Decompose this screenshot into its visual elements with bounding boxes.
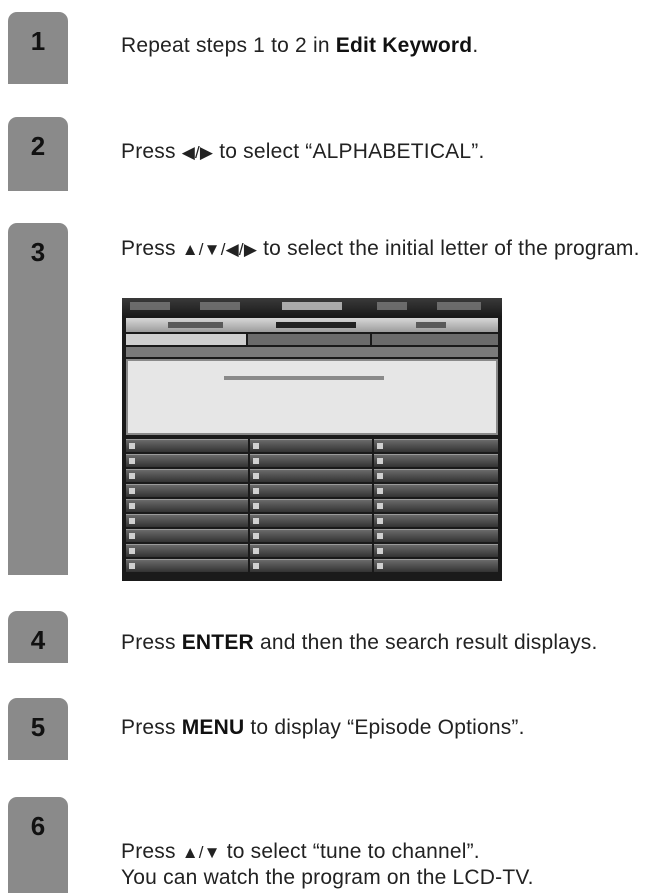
input-row bbox=[126, 334, 246, 345]
letter-key bbox=[250, 529, 372, 542]
message-panel bbox=[126, 359, 498, 435]
step-text: Press bbox=[121, 631, 182, 654]
step-2-text: Press ◀/▶ to select “ALPHABETICAL”. bbox=[121, 139, 651, 165]
letter-key bbox=[374, 514, 498, 527]
step-number: 1 bbox=[30, 26, 46, 56]
step-text: to select “tune to channel”. bbox=[220, 840, 480, 863]
step-text: to select “ALPHABETICAL”. bbox=[213, 140, 485, 163]
step-number: 5 bbox=[30, 712, 46, 742]
letter-key bbox=[374, 529, 498, 542]
step-6-tab: 6 bbox=[8, 797, 68, 893]
letter-key bbox=[374, 439, 498, 452]
arrow-icons: ▲/▼/◀/▶ bbox=[181, 240, 258, 259]
letter-key bbox=[126, 499, 248, 512]
letter-key bbox=[374, 469, 498, 482]
step-text: and then the search result displays. bbox=[253, 631, 598, 654]
letter-key bbox=[126, 529, 248, 542]
letter-key bbox=[126, 514, 248, 527]
letter-key bbox=[126, 484, 248, 497]
input-row bbox=[248, 334, 370, 345]
letter-key bbox=[250, 469, 372, 482]
letter-key bbox=[374, 499, 498, 512]
step-text: Repeat steps 1 to 2 in bbox=[121, 34, 336, 57]
step-emphasis: MENU bbox=[181, 716, 245, 739]
step-4-tab: 4 bbox=[8, 611, 68, 663]
letter-key bbox=[250, 514, 372, 527]
step-text: to display “Episode Options”. bbox=[244, 716, 525, 739]
step-text: Press bbox=[121, 840, 182, 863]
message-text bbox=[224, 376, 384, 380]
step-4-text: Press ENTER and then the search result d… bbox=[121, 630, 641, 655]
letter-key bbox=[126, 469, 248, 482]
step-6-text: Press ▲/▼ to select “tune to channel”. Y… bbox=[121, 839, 651, 890]
step-number: 6 bbox=[30, 811, 46, 841]
letter-key bbox=[374, 454, 498, 467]
step-5-tab: 5 bbox=[8, 698, 68, 760]
menu-bar bbox=[122, 298, 502, 316]
input-row bbox=[372, 334, 498, 345]
step-emphasis: Edit Keyword bbox=[335, 34, 473, 57]
letter-key bbox=[250, 439, 372, 452]
step-text: . bbox=[472, 34, 479, 57]
step-text: Press bbox=[121, 716, 182, 739]
letter-key bbox=[126, 544, 248, 557]
step-3-text: Press ▲/▼/◀/▶ to select the initial lett… bbox=[121, 236, 651, 262]
step-number: 4 bbox=[30, 625, 46, 655]
step-1-tab: 1 bbox=[8, 12, 68, 84]
letter-key bbox=[250, 544, 372, 557]
step-number: 3 bbox=[30, 237, 46, 267]
step-text: Press bbox=[121, 140, 182, 163]
letter-key bbox=[374, 559, 498, 572]
step-2-tab: 2 bbox=[8, 117, 68, 191]
letter-key bbox=[250, 484, 372, 497]
step-text: to select the initial letter of the prog… bbox=[257, 237, 640, 260]
arrow-icons: ◀/▶ bbox=[181, 143, 214, 162]
step-number: 2 bbox=[30, 131, 46, 161]
letter-key bbox=[250, 499, 372, 512]
step-3-tab: 3 bbox=[8, 223, 68, 575]
tv-menu-screenshot bbox=[122, 298, 502, 581]
letter-key bbox=[250, 559, 372, 572]
letter-key bbox=[250, 454, 372, 467]
arrow-icons: ▲/▼ bbox=[181, 843, 221, 862]
step-5-text: Press MENU to display “Episode Options”. bbox=[121, 715, 651, 740]
letter-key bbox=[374, 484, 498, 497]
letter-key bbox=[126, 439, 248, 452]
letter-key bbox=[374, 544, 498, 557]
step-emphasis: ENTER bbox=[181, 631, 254, 654]
step-text: Press bbox=[121, 237, 182, 260]
status-strip bbox=[126, 347, 498, 357]
letter-key bbox=[126, 559, 248, 572]
selector-bar bbox=[126, 318, 498, 332]
step-text: You can watch the program on the LCD-TV. bbox=[121, 866, 534, 889]
letter-key bbox=[126, 454, 248, 467]
step-1-text: Repeat steps 1 to 2 in Edit Keyword. bbox=[121, 33, 651, 58]
